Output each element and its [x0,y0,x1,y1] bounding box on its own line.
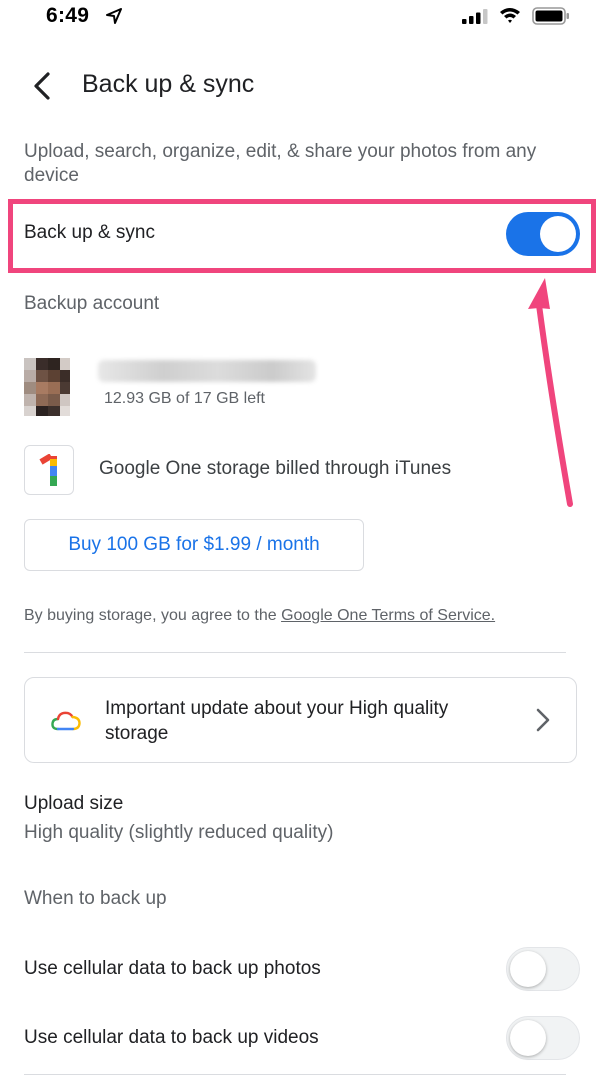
wifi-icon [500,8,520,23]
page-title: Back up & sync [82,70,255,98]
cellular-signal-icon [462,9,488,24]
buy-storage-button[interactable]: Buy 100 GB for $1.99 / month [24,519,364,571]
google-one-billing-text: Google One storage billed through iTunes [99,458,452,479]
toggle-knob [510,951,546,987]
upload-size-setting[interactable]: Upload size [24,793,123,815]
cellular-videos-toggle[interactable] [506,1016,580,1060]
google-cloud-icon [51,711,81,731]
google-one-icon [39,454,57,486]
cellular-videos-label: Use cellular data to back up videos [24,1027,319,1048]
storage-update-text: Important update about your High quality… [105,698,449,744]
terms-of-service-link[interactable]: Google One Terms of Service. [281,607,495,624]
toggle-knob [540,216,576,252]
battery-icon [532,7,569,25]
account-email-redacted [98,360,316,382]
google-one-logo [24,445,74,495]
cellular-photos-label: Use cellular data to back up photos [24,958,321,979]
status-time: 6:49 [46,4,90,27]
terms-text: By buying storage, you agree to the Goog… [24,607,495,625]
storage-remaining-text: 12.93 GB of 17 GB left [104,390,265,407]
status-bar: 6:49 [0,0,599,34]
backup-sync-label: Back up & sync [24,222,155,243]
annotation-arrow-icon [528,278,573,507]
storage-update-card[interactable]: Important update about your High quality… [24,677,577,763]
account-avatar [24,358,70,416]
terms-prefix: By buying storage, you agree to the [24,607,282,624]
toggle-knob [510,1020,546,1056]
when-to-back-up-label: When to back up [24,888,167,909]
divider [24,652,566,653]
divider [24,1074,566,1075]
chevron-right-icon [536,708,550,732]
back-arrow-icon[interactable] [28,70,56,102]
location-arrow-icon [106,8,122,24]
cellular-photos-toggle[interactable] [506,947,580,991]
backup-account-label: Backup account [24,293,160,314]
upload-size-value: High quality (slightly reduced quality) [24,822,334,843]
backup-sync-toggle[interactable] [506,212,580,256]
page-description: Upload, search, organize, edit, & share … [24,141,537,186]
